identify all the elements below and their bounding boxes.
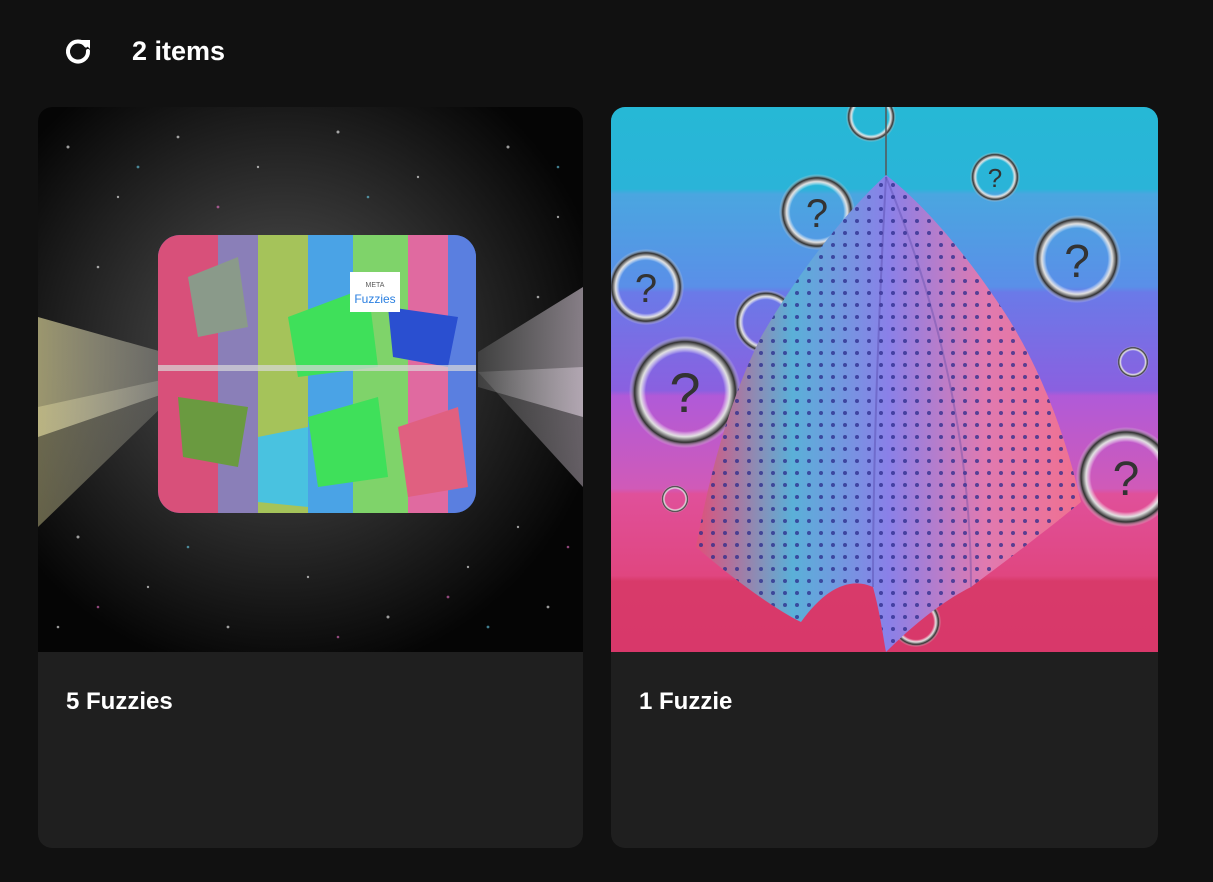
refresh-icon [66,39,91,64]
card-image: ? ? ? ? ? ? [611,107,1158,652]
card-title: 1 Fuzzie [639,688,733,715]
header: 2 items [0,0,1213,100]
item-card-5-fuzzies[interactable]: META Fuzzies 5 Fuzzies [38,107,583,848]
card-image: META Fuzzies [38,107,583,652]
svg-text:?: ? [988,163,1002,193]
item-card-1-fuzzie[interactable]: ? ? ? ? ? ? 1 Fuzzie [611,107,1158,848]
svg-text:?: ? [1064,235,1090,287]
svg-text:?: ? [1113,453,1140,506]
card-title: 5 Fuzzies [66,688,173,715]
svg-text:Fuzzies: Fuzzies [354,292,395,306]
svg-text:?: ? [806,192,828,236]
svg-text:?: ? [635,267,657,311]
svg-text:META: META [366,282,385,289]
svg-text:?: ? [669,361,700,424]
refresh-button[interactable] [60,33,96,69]
fuzzy-cube-box-image: META Fuzzies [38,107,583,652]
item-count: 2 items [132,36,226,66]
polka-dot-cloth-question-marks-image: ? ? ? ? ? ? [611,107,1158,652]
